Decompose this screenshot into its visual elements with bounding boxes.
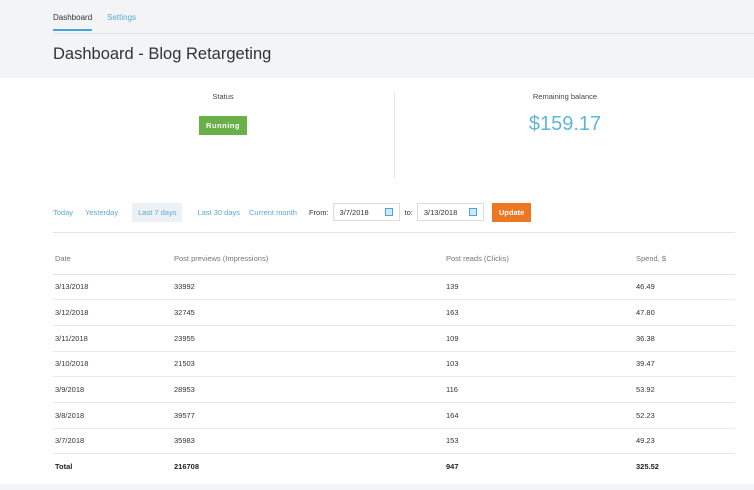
cell-date: 3/8/2018 [53,402,172,429]
table-row: 3/10/2018 21503 103 39.47 [53,351,735,378]
cell-clicks: 139 [444,274,634,301]
total-spend: 325.52 [636,462,659,472]
cell-spend: 46.49 [634,274,735,301]
cell-clicks: 163 [444,299,634,326]
tab-dashboard[interactable]: Dashboard [53,13,93,31]
from-date-input[interactable]: 3/7/2018 [332,203,400,221]
balance-value: $159.17 [528,113,602,135]
balance-panel: Remaining balance $159.17 [395,92,735,136]
cell-impressions: 32745 [172,299,444,326]
header-clicks: Post reads (Clicks) [444,244,634,275]
cell-impressions: 28953 [172,376,444,403]
cell-spend: 39.47 [634,351,735,378]
total-clicks: 947 [446,462,459,472]
cell-impressions: 23955 [172,325,444,352]
range-today[interactable]: Today [53,208,73,217]
cell-date: 3/11/2018 [53,325,172,352]
total-date: Total [55,462,73,472]
update-button[interactable]: Update [491,202,532,222]
cell-impressions: 39577 [172,402,444,429]
cell-spend: 52.23 [634,402,735,429]
table-row: 3/9/2018 28953 116 53.92 [53,376,735,403]
cell-spend: 47.80 [634,299,735,326]
range-yesterday[interactable]: Yesterday [85,208,118,217]
cell-impressions: 21503 [172,351,444,378]
cell-clicks: 164 [444,402,634,429]
table-header-row: Date Post previews (Impressions) Post re… [53,244,735,275]
table-row: 3/13/2018 33992 139 46.49 [53,274,735,301]
range-last-30-days[interactable]: Last 30 days [197,208,240,217]
from-date-value: 3/7/2018 [339,207,369,217]
status-label: Status [212,92,234,101]
cell-clicks: 109 [444,325,634,352]
total-row: Total 216708 947 325.52 [53,454,735,480]
cell-clicks: 103 [444,351,634,378]
divider [53,232,735,233]
calendar-icon[interactable] [468,208,477,216]
range-current-month[interactable]: Current month [249,208,297,217]
table-row: 3/7/2018 35983 153 49.23 [53,428,735,455]
cell-clicks: 153 [444,428,634,455]
total-impressions: 216708 [174,462,200,472]
calendar-icon[interactable] [384,208,393,216]
header-area [0,0,754,78]
header-spend: Spend, $ [634,244,735,275]
footer-strip [0,484,754,490]
header-date: Date [53,244,172,275]
cell-spend: 53.92 [634,376,735,403]
table-row: 3/11/2018 23955 109 36.38 [53,325,735,352]
cell-date: 3/9/2018 [53,376,172,403]
status-panel: Status Running [53,92,393,135]
cell-date: 3/13/2018 [53,274,172,301]
divider [53,33,754,34]
balance-label: Remaining balance [532,92,598,101]
header-impressions: Post previews (Impressions) [172,244,444,275]
date-filter-bar: Today Yesterday Last 7 days Last 30 days… [53,202,532,222]
cell-impressions: 33992 [172,274,444,301]
to-date-input[interactable]: 3/13/2018 [416,203,484,221]
cell-date: 3/12/2018 [53,299,172,326]
tab-bar: Dashboard Settings [53,13,136,31]
cell-date: 3/10/2018 [53,351,172,378]
table-row: 3/8/2018 39577 164 52.23 [53,402,735,429]
cell-spend: 49.23 [634,428,735,455]
cell-impressions: 35983 [172,428,444,455]
from-label: From: [308,207,329,217]
page-title: Dashboard - Blog Retargeting [53,45,272,63]
to-label: to: [404,207,413,217]
cell-clicks: 116 [444,376,634,403]
tab-settings[interactable]: Settings [107,13,136,31]
stats-table: Date Post previews (Impressions) Post re… [53,244,735,480]
range-last-7-days[interactable]: Last 7 days [132,202,183,222]
table-row: 3/12/2018 32745 163 47.80 [53,299,735,326]
status-badge: Running [199,116,247,135]
cell-date: 3/7/2018 [53,428,172,455]
cell-spend: 36.38 [634,325,735,352]
to-date-value: 3/13/2018 [423,207,458,217]
